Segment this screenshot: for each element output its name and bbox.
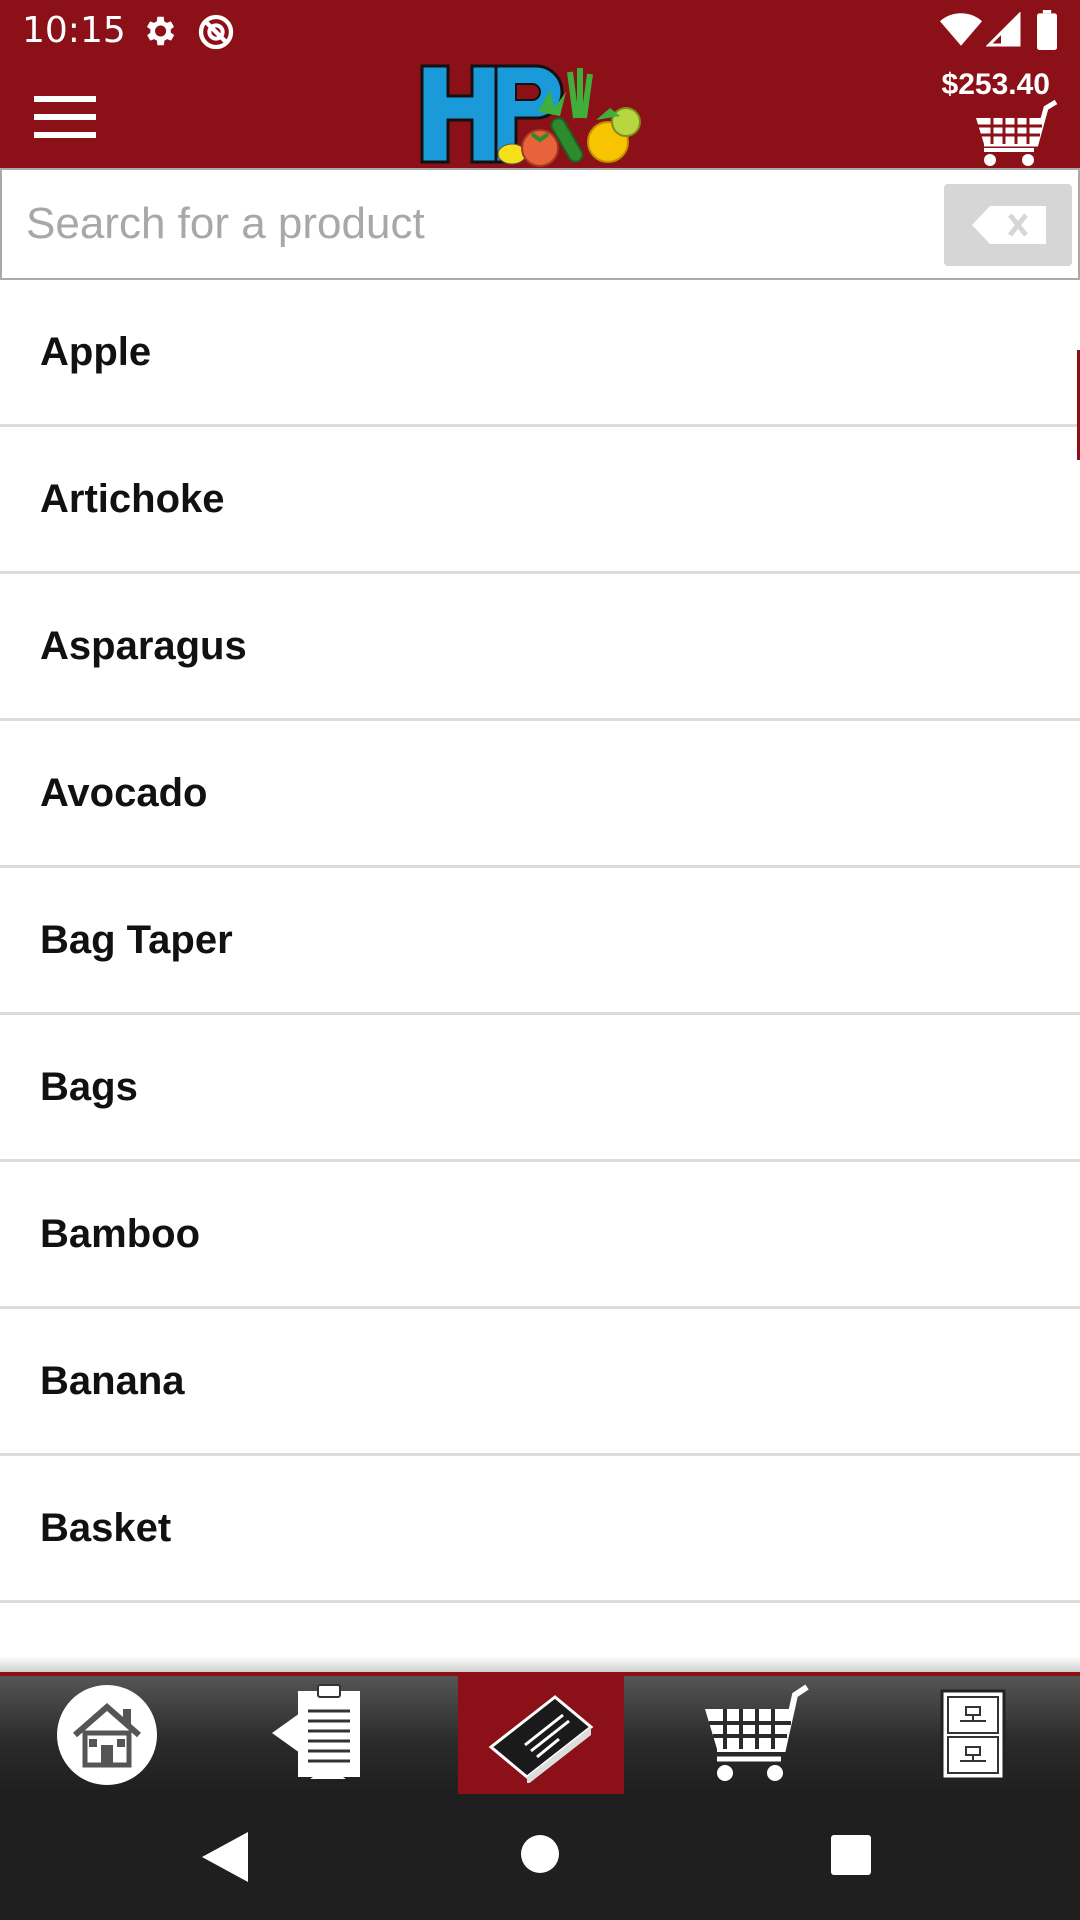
nav-cart-button[interactable]: [674, 1676, 840, 1794]
nav-file-cabinet-button[interactable]: [890, 1676, 1056, 1794]
clear-search-button[interactable]: [944, 184, 1072, 266]
nav-home-button[interactable]: [24, 1676, 190, 1794]
search-bar: [0, 168, 1080, 280]
nav-catalog-button[interactable]: [458, 1676, 624, 1794]
list-item[interactable]: Asparagus: [0, 574, 1080, 721]
list-item[interactable]: Bamboo: [0, 1162, 1080, 1309]
home-icon: [57, 1685, 157, 1785]
status-time: 10:15: [22, 10, 126, 51]
product-list[interactable]: Apple Artichoke Asparagus Avocado Bag Ta…: [0, 280, 1080, 1672]
backspace-clear-icon: [972, 206, 1046, 244]
list-item[interactable]: Apple: [0, 280, 1080, 427]
file-cabinet-icon: [940, 1689, 1006, 1781]
home-circle-icon[interactable]: [520, 1834, 560, 1874]
status-bar: 10:15: [0, 0, 1080, 60]
list-item-label: Artichoke: [40, 476, 225, 521]
shopping-cart-icon[interactable]: [972, 100, 1060, 168]
list-item[interactable]: Avocado: [0, 721, 1080, 868]
recents-icon[interactable]: [830, 1834, 872, 1876]
system-navigation-bar: [0, 1794, 1080, 1920]
hamburger-menu-icon[interactable]: [28, 88, 100, 144]
list-item-label: Bag Taper: [40, 917, 233, 962]
hp-produce-logo: [420, 64, 641, 167]
catalog-book-icon: [488, 1695, 594, 1783]
do-not-disturb-icon: [198, 14, 234, 50]
list-item[interactable]: Bag Taper: [0, 868, 1080, 1015]
search-input[interactable]: [26, 188, 926, 260]
list-item[interactable]: Banana: [0, 1309, 1080, 1456]
list-item-label: Bags: [40, 1064, 138, 1109]
list-item[interactable]: Bags: [0, 1015, 1080, 1162]
cart-icon: [705, 1684, 809, 1781]
wifi-icon: [940, 13, 982, 46]
list-item-label: Asparagus: [40, 623, 247, 668]
app-header: $253.40: [0, 60, 1080, 168]
list-item-label: Apple: [40, 329, 152, 374]
nav-order-history-button[interactable]: [240, 1676, 406, 1794]
cart-total: $253.40: [941, 68, 1050, 101]
list-item-label: Basket: [40, 1505, 172, 1550]
list-item[interactable]: Basket: [0, 1456, 1080, 1603]
signal-icon: [986, 12, 1021, 47]
order-history-icon: [272, 1684, 360, 1779]
battery-icon: [1037, 10, 1057, 50]
list-bottom-shadow: [0, 1656, 1080, 1672]
back-icon[interactable]: [200, 1830, 250, 1884]
list-item-label: Avocado: [40, 770, 208, 815]
bottom-nav: [0, 1672, 1080, 1794]
list-item-label: Banana: [40, 1358, 185, 1403]
list-item-label: Bamboo: [40, 1211, 200, 1256]
list-item[interactable]: Artichoke: [0, 427, 1080, 574]
gear-icon: [146, 16, 175, 46]
